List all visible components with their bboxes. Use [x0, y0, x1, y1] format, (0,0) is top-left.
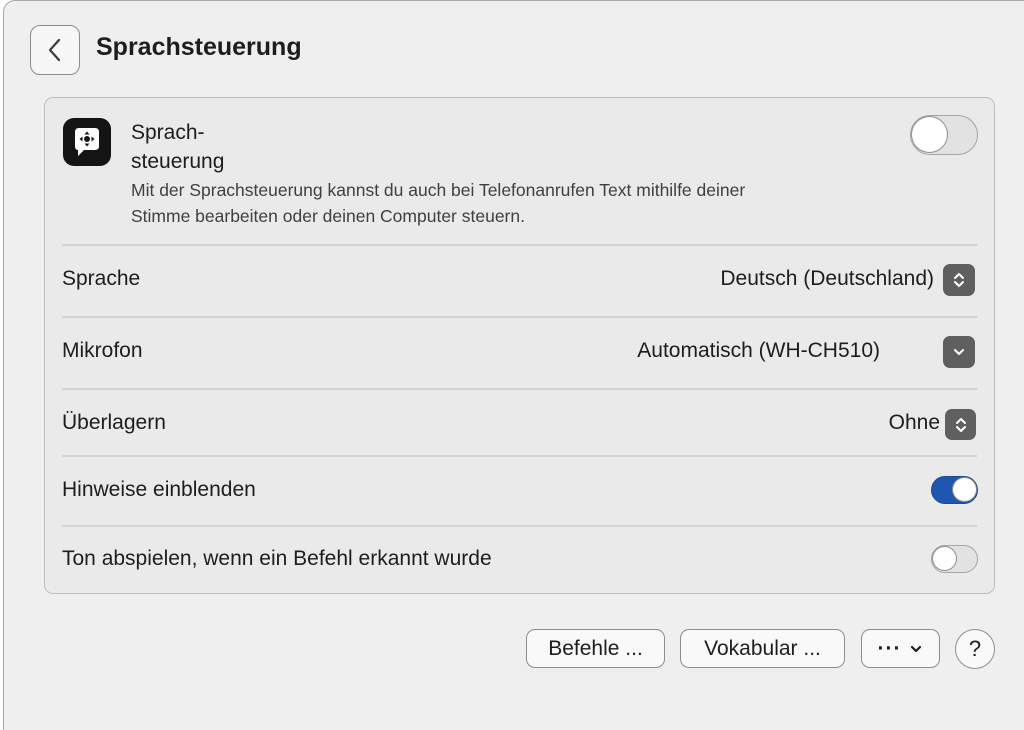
divider	[62, 244, 977, 246]
feature-description: Mit der Sprachsteuerung kannst du auch b…	[131, 177, 911, 229]
up-down-chevron-icon	[954, 273, 964, 287]
language-popup-button[interactable]	[943, 264, 975, 296]
microphone-value[interactable]: Automatisch (WH-CH510)	[637, 339, 880, 363]
feature-name-line2: steuerung	[131, 150, 225, 173]
voice-control-settings-group: Sprach- steuerung Mit der Sprachsteuerun…	[44, 97, 995, 594]
settings-window: Sprachsteuerung Sprach- steuerung Mit de…	[3, 0, 1024, 730]
overlay-value[interactable]: Ohne	[889, 411, 940, 435]
chevron-down-icon	[954, 349, 964, 355]
more-icon: ···	[877, 636, 902, 660]
chevron-down-icon	[911, 645, 922, 652]
overlay-label: Überlagern	[62, 411, 166, 434]
more-options-button[interactable]: ···	[861, 629, 940, 668]
show-hints-label: Hinweise einblenden	[62, 478, 256, 501]
toggle-knob	[933, 547, 956, 570]
divider	[62, 388, 977, 390]
microphone-label: Mikrofon	[62, 339, 143, 362]
voice-control-icon	[63, 118, 111, 166]
language-value[interactable]: Deutsch (Deutschland)	[720, 267, 934, 291]
play-sound-label: Ton abspielen, wenn ein Befehl erkannt w…	[62, 547, 492, 570]
language-label: Sprache	[62, 267, 141, 290]
page-title: Sprachsteuerung	[96, 33, 302, 61]
overlay-popup-button[interactable]	[945, 409, 976, 440]
voice-control-toggle[interactable]	[910, 115, 978, 155]
feature-name-line1: Sprach-	[131, 121, 205, 144]
up-down-chevron-icon	[955, 417, 966, 432]
toggle-knob	[912, 117, 947, 152]
vocabulary-button[interactable]: Vokabular ...	[680, 629, 845, 668]
back-button[interactable]	[30, 25, 80, 75]
divider	[62, 525, 977, 527]
help-button[interactable]: ?	[955, 629, 995, 669]
feature-description-line2: Stimme bearbeiten oder deinen Computer s…	[131, 206, 525, 226]
divider	[62, 455, 977, 457]
chevron-left-icon	[48, 38, 61, 62]
toggle-knob	[953, 478, 976, 501]
commands-button[interactable]: Befehle ...	[526, 629, 665, 668]
divider	[62, 316, 977, 318]
microphone-popup-button[interactable]	[943, 336, 975, 368]
feature-description-line1: Mit der Sprachsteuerung kannst du auch b…	[131, 180, 746, 200]
feature-name: Sprach- steuerung	[131, 118, 291, 176]
show-hints-toggle[interactable]	[931, 476, 978, 504]
play-sound-toggle[interactable]	[931, 545, 978, 573]
